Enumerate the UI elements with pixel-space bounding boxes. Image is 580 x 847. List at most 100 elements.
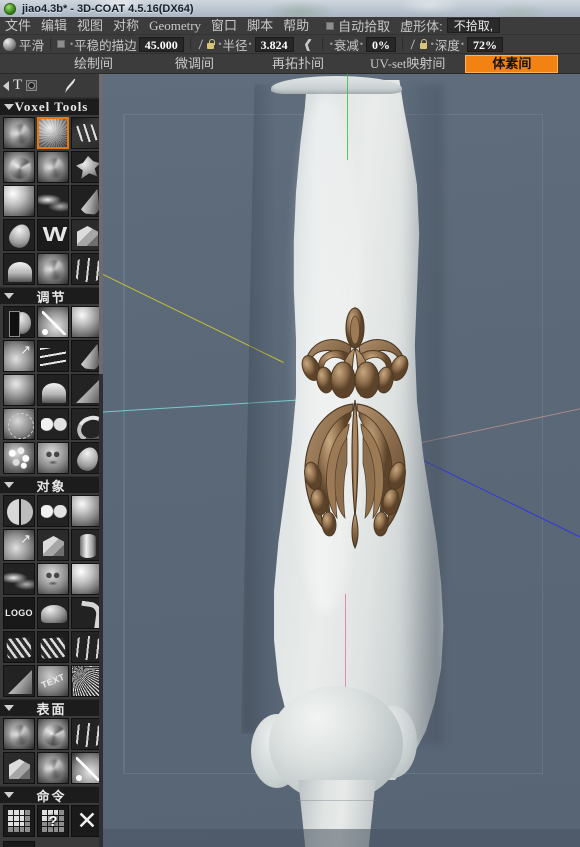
tool-curve-surface[interactable] <box>3 563 35 595</box>
tool-surf-swirl[interactable] <box>37 718 69 750</box>
menu-bar: 文件 编辑 视图 对称 Geometry 窗口 脚本 帮助 自动拾取 虚形体: … <box>0 17 580 35</box>
stable-stroke-option[interactable]: • 平稳的描边 45.000 <box>54 36 187 53</box>
depth-value[interactable]: 72% <box>466 36 503 52</box>
tool-plane-cut[interactable] <box>3 306 35 338</box>
slash-icon[interactable]: / <box>410 37 415 52</box>
text-stamp-label: TEXT <box>39 671 67 691</box>
triangle-down-icon[interactable] <box>4 792 14 798</box>
tool-face-stamp[interactable] <box>37 442 69 474</box>
radius-option[interactable]: / • 半径 • 3.824 <box>194 36 297 53</box>
ghost-body-value[interactable]: 不拾取, <box>446 18 501 33</box>
triangle-down-icon[interactable] <box>4 705 14 711</box>
tool-cube-prim[interactable] <box>37 529 69 561</box>
tool-surf-vortex[interactable] <box>37 752 69 784</box>
text-tool-label: T <box>13 77 23 93</box>
slash-icon[interactable]: / <box>198 37 203 52</box>
tool-sphere-cut[interactable] <box>37 597 69 629</box>
tool-rough-sphere[interactable] <box>37 117 69 149</box>
pen-pressure-toggle[interactable]: ❰ <box>297 36 319 53</box>
tool-sweep[interactable] <box>3 665 35 697</box>
tool-surf-spiral[interactable] <box>3 718 35 750</box>
triangle-left-icon[interactable] <box>3 80 9 91</box>
tool-glossy-sphere[interactable] <box>3 185 35 217</box>
menu-edit[interactable]: 编辑 <box>36 17 72 35</box>
cmd-grid-help[interactable]: ? <box>37 805 69 837</box>
menu-help[interactable]: 帮助 <box>278 17 314 35</box>
checkbox-icon[interactable] <box>57 40 66 48</box>
menu-script[interactable]: 脚本 <box>242 17 278 35</box>
tool-box-feet[interactable] <box>37 563 69 595</box>
dot-icon: • <box>70 39 74 49</box>
auto-pick-toggle[interactable]: 自动拾取 <box>322 16 394 35</box>
tab-uvset[interactable]: UV-set映射间 <box>356 55 459 73</box>
auto-pick-label: 自动拾取 <box>338 19 391 34</box>
tool-shadow-half[interactable] <box>37 374 69 406</box>
tool-smooth-sphere[interactable] <box>3 253 35 285</box>
tool-wave-brush[interactable] <box>37 185 69 217</box>
sidebar-scrollbar[interactable] <box>99 74 103 847</box>
section-surface-title: 表面 <box>36 702 67 718</box>
menu-window[interactable]: 窗口 <box>206 17 242 35</box>
sphere-icon <box>3 37 16 51</box>
lock-icon[interactable] <box>206 39 215 49</box>
depth-option[interactable]: / • 深度 • 72% <box>406 36 506 53</box>
tool-two-spheres[interactable] <box>37 495 69 527</box>
tool-sphere-swirl[interactable] <box>3 117 35 149</box>
divider <box>50 37 52 51</box>
checkbox-icon[interactable] <box>326 21 335 30</box>
section-surface-header[interactable]: 表面 <box>0 699 103 718</box>
lock-icon[interactable] <box>419 39 428 49</box>
section-voxel-tools-header[interactable]: Voxel Tools <box>0 98 103 115</box>
tab-voxel[interactable]: 体素间 <box>465 54 559 73</box>
tool-move-line[interactable] <box>37 306 69 338</box>
section-adjust-title: 调节 <box>36 290 67 306</box>
carved-furniture-leg-model[interactable] <box>241 74 461 847</box>
tool-surf-crease[interactable] <box>3 752 35 784</box>
section-surface-grid <box>0 716 103 786</box>
tool-cut-off[interactable] <box>3 529 35 561</box>
section-adjust-header[interactable]: 调节 <box>0 287 103 306</box>
3d-viewport[interactable] <box>103 74 580 847</box>
menu-view[interactable]: 视图 <box>72 17 108 35</box>
menu-symmetry[interactable]: 对称 <box>108 17 144 35</box>
text-tool-icon[interactable] <box>26 80 38 91</box>
tool-pose-arrow[interactable] <box>3 340 35 372</box>
tool-zigzag[interactable] <box>37 219 69 251</box>
cmd-fill-grid[interactable] <box>3 805 35 837</box>
tool-multi-strokes[interactable] <box>37 340 69 372</box>
tab-tweak[interactable]: 微调间 <box>161 55 228 73</box>
menu-file[interactable]: 文件 <box>0 17 36 35</box>
tool-gizmo[interactable] <box>3 408 35 440</box>
section-command-header[interactable]: 命令 <box>0 786 103 805</box>
tool-drop-brush[interactable] <box>3 219 35 251</box>
radius-value[interactable]: 3.824 <box>254 36 294 52</box>
stroke-curve-icon[interactable] <box>59 78 81 94</box>
falloff-option[interactable]: • 衰减 • 0% <box>326 36 399 53</box>
cmd-smooth-all[interactable]: SMOOTH ALL <box>3 841 35 847</box>
tab-paint[interactable]: 绘制间 <box>60 55 127 73</box>
menu-geometry[interactable]: Geometry <box>144 17 206 35</box>
triangle-down-icon[interactable] <box>4 482 14 488</box>
pen-icon[interactable]: ❰ <box>302 36 314 51</box>
tool-cluster[interactable] <box>37 408 69 440</box>
tool-text-stamp[interactable]: TEXT <box>37 665 69 697</box>
tab-retopo[interactable]: 再拓扑间 <box>258 55 338 73</box>
tool-spiral-a[interactable] <box>3 151 35 183</box>
dot-icon: • <box>329 39 333 49</box>
divider <box>402 37 404 51</box>
tool-spiral-b[interactable] <box>37 151 69 183</box>
tool-smooth-tool[interactable] <box>3 374 35 406</box>
tool-logo-stamp[interactable]: LOGO <box>3 597 35 629</box>
tool-vortex[interactable] <box>37 253 69 285</box>
tool-stripes-a[interactable] <box>3 631 35 663</box>
sidebar-scrollbar-thumb[interactable] <box>99 74 103 374</box>
tool-stripes-b[interactable] <box>37 631 69 663</box>
section-object-header[interactable]: 对象 <box>0 476 103 495</box>
stable-stroke-value[interactable]: 45.000 <box>138 36 184 52</box>
triangle-down-icon[interactable] <box>4 293 14 299</box>
tool-split-sphere[interactable] <box>3 495 35 527</box>
triangle-down-icon[interactable] <box>4 104 14 110</box>
smooth-option[interactable]: 平滑 <box>0 36 47 53</box>
falloff-value[interactable]: 0% <box>366 36 397 52</box>
tool-bubbles[interactable] <box>3 442 35 474</box>
